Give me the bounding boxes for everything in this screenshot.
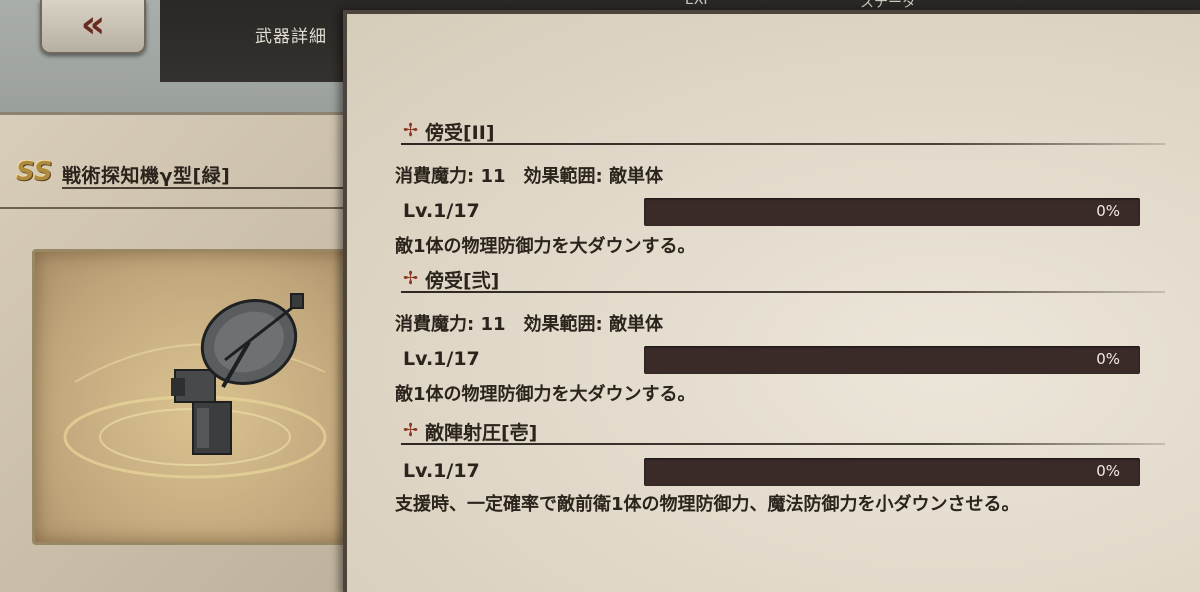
skill-level: Lv.1/17	[403, 200, 480, 222]
skill-cost-line: 消費魔力: 11 効果範囲: 敵単体	[395, 166, 663, 187]
skill-title-row: ✢ 敵陣射圧[壱]	[395, 418, 1175, 446]
skill-cost-line: 消費魔力: 11 効果範囲: 敵単体	[395, 314, 663, 335]
skill-progress-bar: 0%	[644, 198, 1140, 226]
item-portrait	[32, 249, 368, 545]
skill-arrow-icon: ✢	[403, 420, 419, 441]
radar-dish-icon	[63, 293, 327, 479]
skill-description: 敵1体の物理防御力を大ダウンする。	[395, 236, 696, 257]
skill-name: 敵陣射圧[壱]	[425, 422, 538, 444]
item-name: 戦術探知機γ型[緑]	[62, 165, 231, 187]
skill-progress-label: 0%	[1096, 462, 1120, 480]
skill-title-row: ✢ 傍受[II]	[395, 118, 1175, 146]
skill-description: 支援時、一定確率で敵前衛1体の物理防御力、魔法防御力を小ダウンさせる。	[395, 494, 1020, 515]
skill-arrow-icon: ✢	[403, 120, 419, 141]
rank-badge: SS	[16, 157, 53, 187]
skill-name: 傍受[II]	[425, 122, 495, 144]
skill-entry: ✢ 傍受[II] 消費魔力: 11 効果範囲: 敵単体 Lv.1/17 0% 敵…	[395, 118, 1175, 257]
skill-name: 傍受[弐]	[425, 270, 500, 292]
back-button[interactable]: «	[40, 0, 146, 54]
divider	[401, 291, 1165, 293]
skill-progress-label: 0%	[1096, 202, 1120, 220]
skill-progress-label: 0%	[1096, 350, 1120, 368]
skill-level: Lv.1/17	[403, 348, 480, 370]
skill-progress-bar: 0%	[644, 346, 1140, 374]
skill-entry: ✢ 傍受[弐] 消費魔力: 11 効果範囲: 敵単体 Lv.1/17 0% 敵1…	[395, 266, 1175, 405]
divider	[401, 443, 1165, 445]
divider	[62, 187, 350, 189]
weapon-detail-screen: 武器詳細 EXP ステータ « SS 戦術探知機γ型[緑] ✢ 傍受[II] 消…	[0, 0, 1200, 592]
skill-title-row: ✢ 傍受[弐]	[395, 266, 1175, 294]
skill-level: Lv.1/17	[403, 460, 480, 482]
divider	[401, 143, 1165, 145]
skill-entry: ✢ 敵陣射圧[壱] Lv.1/17 0% 支援時、一定確率で敵前衛1体の物理防御…	[395, 418, 1175, 515]
header-title: 武器詳細	[255, 27, 327, 47]
double-chevron-left-icon: «	[80, 2, 106, 46]
skill-arrow-icon: ✢	[403, 268, 419, 289]
skill-description: 敵1体の物理防御力を大ダウンする。	[395, 384, 696, 405]
item-panel: SS 戦術探知機γ型[緑]	[0, 112, 368, 592]
exp-label: EXP	[685, 0, 712, 8]
skill-progress-bar: 0%	[644, 458, 1140, 486]
skill-panel: ✢ 傍受[II] 消費魔力: 11 効果範囲: 敵単体 Lv.1/17 0% 敵…	[343, 10, 1200, 592]
item-name-bar: SS 戦術探知機γ型[緑]	[0, 127, 350, 209]
